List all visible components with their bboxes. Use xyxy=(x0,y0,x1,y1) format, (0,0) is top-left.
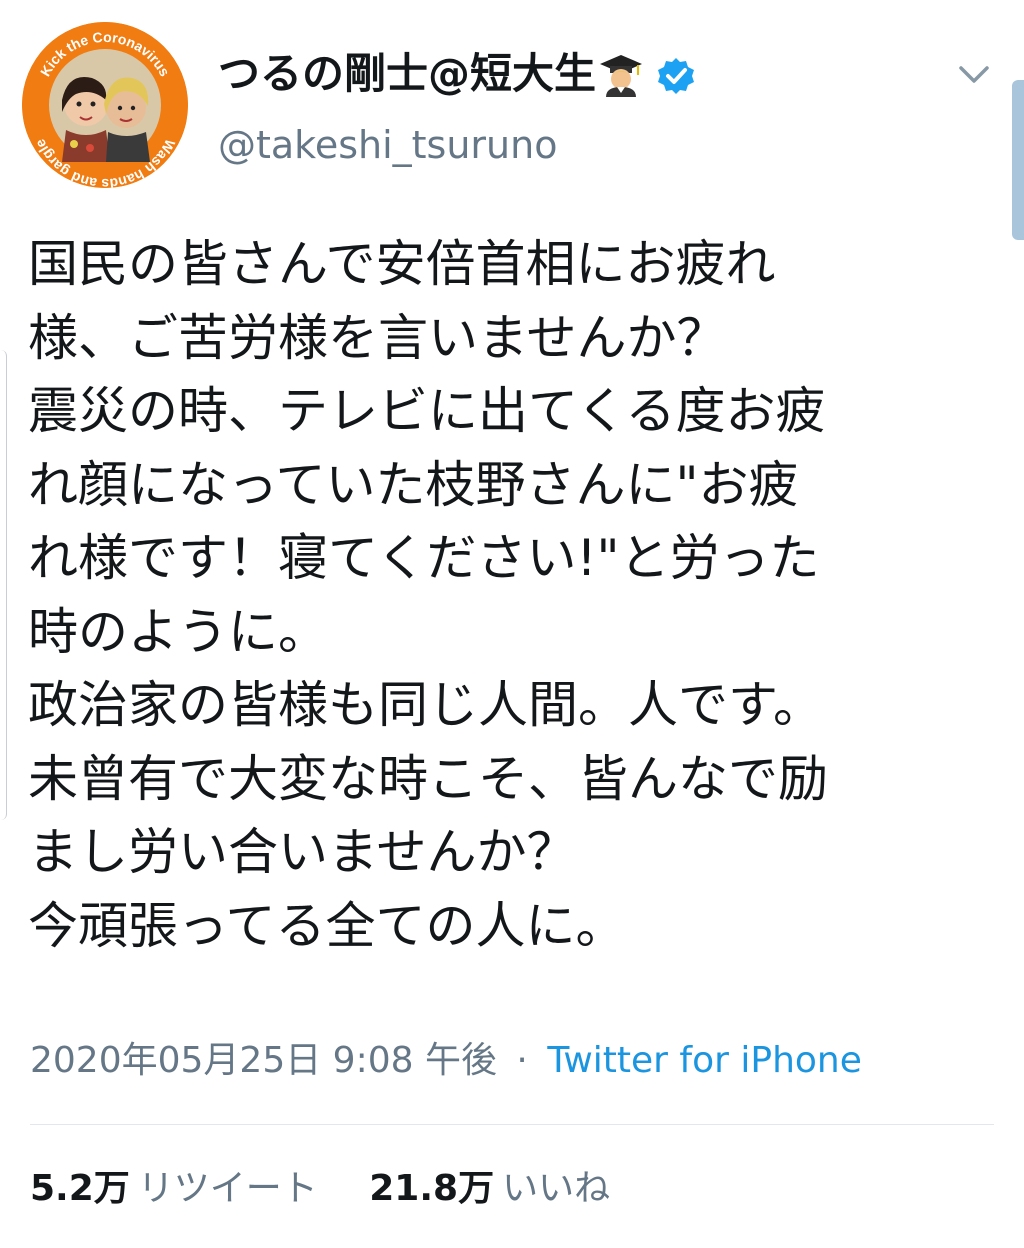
likes-label: いいね xyxy=(502,1168,611,1209)
display-name-row[interactable]: つるの剛士@短大生 xyxy=(218,46,696,102)
left-edge-indicator xyxy=(0,350,7,820)
tweet-meta: 2020年05月25日 9:08 午後 · Twitter for iPhone xyxy=(30,1036,862,1086)
avatar-image: Kick the Coronavirus Wash hands and garg… xyxy=(22,22,188,188)
divider xyxy=(30,1124,994,1125)
likes-count: 21.8万 xyxy=(369,1168,495,1209)
tweet-line: れ顔になっていた枝野さんに"お疲 xyxy=(28,455,799,514)
tweet-line: れ様です！寝てください!"と労った xyxy=(28,529,820,587)
tweet-line: 今頑張ってる全ての人に。 xyxy=(28,896,626,955)
chevron-down-icon[interactable] xyxy=(956,56,992,92)
man-student-icon xyxy=(598,51,644,97)
meta-separator: · xyxy=(516,1040,528,1081)
tweet-line: 時のように。 xyxy=(28,602,328,661)
tweet-text: 国民の皆さんで安倍首相にお疲れ 様、ご苦労様を言いませんか？ 震災の時、テレビに… xyxy=(28,228,1008,963)
tweet-line: 未曾有で大変な時こそ、皆んなで励 xyxy=(28,749,828,808)
likes-stat[interactable]: 21.8万 いいね xyxy=(369,1164,610,1214)
retweets-label: リツイート xyxy=(137,1168,318,1209)
display-name[interactable]: つるの剛士@短大生 xyxy=(218,46,596,102)
tweet-line: 様、ご苦労様を言いませんか？ xyxy=(28,308,727,367)
tweet-line: まし労い合いませんか？ xyxy=(28,823,577,881)
source-link[interactable]: Twitter for iPhone xyxy=(547,1040,862,1081)
tweet-line: 国民の皆さんで安倍首相にお疲れ xyxy=(28,235,776,293)
tweet-line: 政治家の皆様も同じ人間。人です。 xyxy=(28,676,823,734)
tweet-stats: 5.2万 リツイート 21.8万 いいね xyxy=(30,1164,650,1214)
retweets-count: 5.2万 xyxy=(30,1168,130,1209)
scrollbar-thumb[interactable] xyxy=(1012,80,1024,240)
timestamp[interactable]: 2020年05月25日 9:08 午後 xyxy=(30,1040,497,1081)
retweets-stat[interactable]: 5.2万 リツイート xyxy=(30,1164,318,1214)
tweet-line: 震災の時、テレビに出てくる度お疲 xyxy=(28,382,826,440)
avatar[interactable]: Kick the Coronavirus Wash hands and garg… xyxy=(22,22,188,188)
user-handle[interactable]: @takeshi_tsuruno xyxy=(218,120,557,170)
verified-badge-icon xyxy=(656,54,696,94)
